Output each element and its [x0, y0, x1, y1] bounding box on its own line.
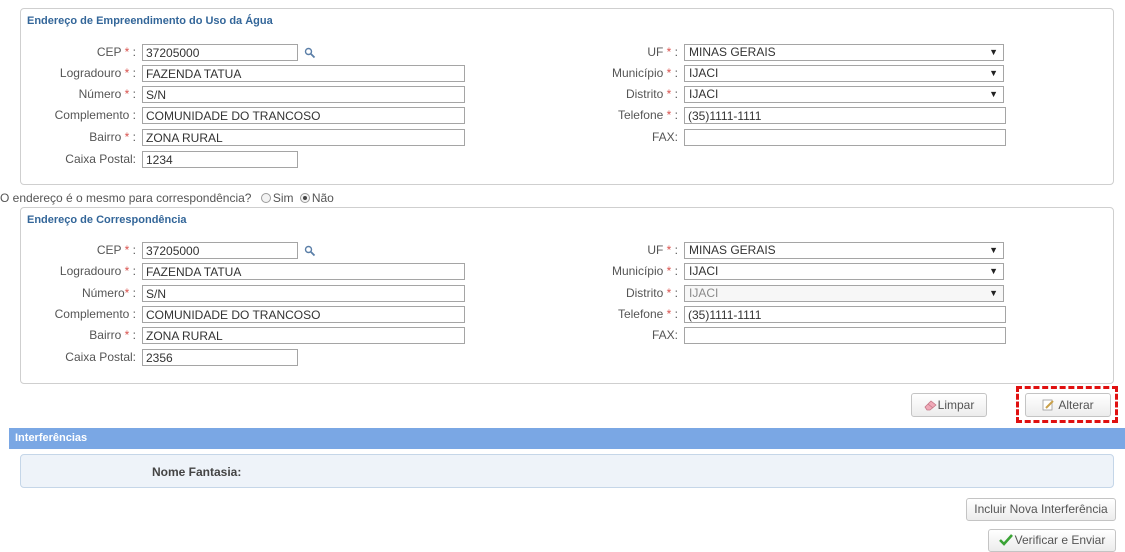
limpar-button[interactable]: Limpar [911, 393, 987, 417]
logradouro-input[interactable] [142, 263, 465, 280]
fax-label: FAX: [651, 130, 678, 144]
chevron-down-icon: ▼ [989, 288, 998, 298]
telefone-input[interactable] [684, 107, 1006, 124]
radio-sim-label: Sim [272, 191, 294, 205]
telefone-label: Telefone * : [617, 108, 678, 122]
search-icon[interactable] [304, 47, 316, 59]
chevron-down-icon: ▼ [989, 245, 998, 255]
question-text: O endereço é o mesmo para correspondênci… [0, 191, 252, 205]
same-address-question: O endereço é o mesmo para correspondênci… [0, 190, 334, 206]
caixa-postal-input[interactable] [142, 349, 298, 366]
municipio-label: Município * : [611, 264, 678, 278]
municipio-select[interactable]: IJACI ▼ [684, 65, 1004, 82]
eraser-icon [924, 400, 937, 411]
incluir-interferencia-button[interactable]: Incluir Nova Interferência [966, 498, 1116, 521]
chevron-down-icon: ▼ [989, 89, 998, 99]
logradouro-input[interactable] [142, 65, 465, 82]
cep-label: CEP * : [96, 45, 136, 59]
alterar-button[interactable]: Alterar [1025, 393, 1111, 417]
uf-label: UF * : [647, 243, 678, 257]
logradouro-label: Logradouro * : [59, 66, 136, 80]
bairro-label: Bairro * : [89, 130, 136, 144]
cep-label: CEP * : [96, 243, 136, 257]
complemento-input[interactable] [142, 107, 465, 124]
nome-fantasia-label: Nome Fantasia: [152, 465, 242, 479]
complemento-label: Complemento : [54, 108, 136, 122]
radio-nao[interactable] [299, 193, 310, 203]
numero-input[interactable] [142, 285, 465, 302]
interferencias-header: Interferências [9, 428, 1125, 449]
radio-sim[interactable] [260, 193, 271, 203]
search-icon[interactable] [304, 245, 316, 257]
distrito-select[interactable]: IJACI ▼ [684, 86, 1004, 103]
interferencias-box: Nome Fantasia: [20, 454, 1114, 488]
caixa-postal-label: Caixa Postal: [65, 152, 136, 166]
radio-nao-label: Não [311, 191, 334, 205]
edit-icon [1042, 399, 1055, 411]
verificar-enviar-button[interactable]: Verificar e Enviar [988, 529, 1116, 552]
chevron-down-icon: ▼ [989, 68, 998, 78]
distrito-select[interactable]: IJACI ▼ [684, 285, 1004, 302]
cep-input[interactable] [142, 242, 298, 259]
numero-label: Número* : [81, 286, 136, 300]
caixa-postal-label: Caixa Postal: [65, 350, 136, 364]
caixa-postal-input[interactable] [142, 151, 298, 168]
bairro-input[interactable] [142, 129, 465, 146]
chevron-down-icon: ▼ [989, 266, 998, 276]
section-title: Endereço de Correspondência [27, 214, 187, 226]
chevron-down-icon: ▼ [989, 47, 998, 57]
logradouro-label: Logradouro * : [59, 264, 136, 278]
uf-select[interactable]: MINAS GERAIS ▼ [684, 242, 1004, 259]
municipio-select[interactable]: IJACI ▼ [684, 263, 1004, 280]
uf-select[interactable]: MINAS GERAIS ▼ [684, 44, 1004, 61]
numero-input[interactable] [142, 86, 465, 103]
telefone-label: Telefone * : [617, 307, 678, 321]
uf-label: UF * : [647, 45, 678, 59]
section-title: Endereço de Empreendimento do Uso da Águ… [27, 15, 273, 27]
municipio-label: Município * : [611, 66, 678, 80]
fax-input[interactable] [684, 129, 1006, 146]
distrito-label: Distrito * : [625, 87, 678, 101]
distrito-label: Distrito * : [625, 286, 678, 300]
bairro-input[interactable] [142, 327, 465, 344]
complemento-label: Complemento : [54, 307, 136, 321]
fax-input[interactable] [684, 327, 1006, 344]
check-icon [998, 534, 1013, 546]
telefone-input[interactable] [684, 306, 1006, 323]
fax-label: FAX: [651, 328, 678, 342]
bairro-label: Bairro * : [89, 328, 136, 342]
cep-input[interactable] [142, 44, 298, 61]
complemento-input[interactable] [142, 306, 465, 323]
numero-label: Número * : [78, 87, 136, 101]
